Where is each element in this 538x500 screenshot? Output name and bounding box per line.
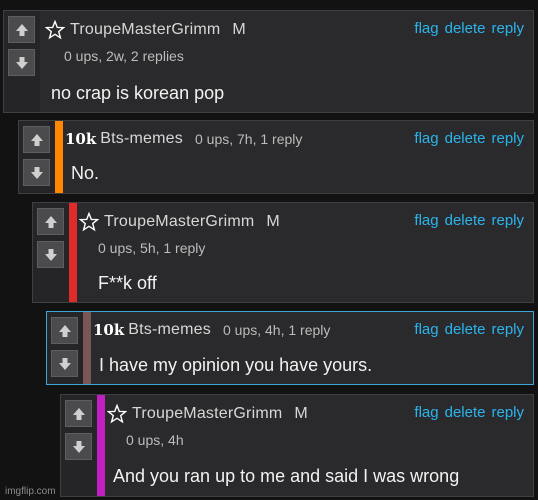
upvote-button[interactable]	[23, 126, 50, 153]
star-icon	[107, 404, 127, 424]
watermark: imgflip.com	[5, 486, 56, 497]
delete-link[interactable]: delete	[445, 130, 486, 147]
comment-meta: 0 ups, 5h, 1 reply	[98, 240, 206, 256]
arrow-up-icon	[44, 215, 57, 228]
comment-header: TroupeMasterGrimm M	[107, 404, 308, 426]
comment-text: I have my opinion you have yours.	[99, 355, 373, 375]
comment-text: And you ran up to me and said I was wron…	[113, 466, 460, 486]
downvote-button[interactable]	[37, 241, 64, 268]
arrow-down-icon	[15, 56, 28, 69]
username-link[interactable]: TroupeMasterGrimm	[132, 405, 282, 422]
arrow-up-icon	[58, 324, 71, 337]
reply-link[interactable]: reply	[491, 130, 524, 147]
arrow-up-icon	[15, 23, 28, 36]
reply-link[interactable]: reply	[491, 20, 524, 37]
reply-link[interactable]: reply	[491, 404, 524, 421]
comment-actions: flag delete reply	[408, 321, 524, 339]
delete-link[interactable]: delete	[445, 321, 486, 338]
arrow-down-icon	[58, 357, 71, 370]
downvote-button[interactable]	[51, 350, 78, 377]
comment-meta: 0 ups, 7h, 1 reply	[194, 131, 303, 147]
vote-column	[4, 11, 40, 112]
comment-meta: 0 ups, 4h	[126, 432, 184, 448]
flag-link[interactable]: flag	[414, 212, 438, 229]
thread-color-bar	[97, 395, 105, 496]
flag-link[interactable]: flag	[414, 20, 438, 37]
upvote-button[interactable]	[37, 208, 64, 235]
gender-label: M	[232, 21, 246, 38]
arrow-down-icon	[44, 248, 57, 261]
vote-column	[61, 395, 97, 496]
comment-actions: flag delete reply	[408, 20, 524, 38]
comment: TroupeMasterGrimm M 0 ups, 4h flag delete r…	[60, 394, 534, 497]
flag-link[interactable]: flag	[414, 130, 438, 147]
comment-actions: flag delete reply	[408, 130, 524, 148]
username-link[interactable]: TroupeMasterGrimm	[104, 213, 254, 230]
comment-highlighted: 10k Bts-memes 0 ups, 4h, 1 reply flag delet…	[46, 311, 534, 385]
comment-text: F**k off	[98, 273, 157, 293]
delete-link[interactable]: delete	[445, 212, 486, 229]
arrow-down-icon	[30, 166, 43, 179]
comment-header: 10k Bts-memes 0 ups, 7h, 1 reply	[65, 130, 303, 152]
downvote-button[interactable]	[8, 49, 35, 76]
upvote-button[interactable]	[65, 400, 92, 427]
thread-color-bar	[69, 203, 77, 302]
flag-link[interactable]: flag	[414, 404, 438, 421]
comment-header: TroupeMasterGrimm M	[45, 20, 246, 42]
downvote-button[interactable]	[65, 433, 92, 460]
comment-header: 10k Bts-memes 0 ups, 4h, 1 reply	[93, 321, 331, 343]
delete-link[interactable]: delete	[445, 20, 486, 37]
vote-column	[19, 121, 55, 193]
reply-link[interactable]: reply	[491, 321, 524, 338]
username-link[interactable]: TroupeMasterGrimm	[70, 21, 220, 38]
comment: TroupeMasterGrimm M 0 ups, 2w, 2 replies …	[3, 10, 534, 113]
comment-text: No.	[71, 163, 100, 183]
arrow-up-icon	[30, 133, 43, 146]
gender-label: M	[266, 213, 280, 230]
comment-text: no crap is korean pop	[51, 83, 225, 103]
level-badge: 10k	[93, 321, 125, 339]
thread-color-bar	[83, 312, 91, 384]
arrow-up-icon	[72, 407, 85, 420]
star-icon	[45, 20, 65, 40]
comment: TroupeMasterGrimm M 0 ups, 5h, 1 reply fl…	[32, 202, 534, 303]
vote-column	[33, 203, 69, 302]
delete-link[interactable]: delete	[445, 404, 486, 421]
comment-actions: flag delete reply	[408, 212, 524, 230]
username-link[interactable]: Bts-memes	[100, 130, 183, 147]
upvote-button[interactable]	[51, 317, 78, 344]
comment-actions: flag delete reply	[408, 404, 524, 422]
username-link[interactable]: Bts-memes	[128, 321, 211, 338]
upvote-button[interactable]	[8, 16, 35, 43]
comment-header: TroupeMasterGrimm M	[79, 212, 280, 234]
reply-link[interactable]: reply	[491, 212, 524, 229]
thread-color-bar	[55, 121, 63, 193]
comment-meta: 0 ups, 4h, 1 reply	[222, 322, 331, 338]
arrow-down-icon	[72, 440, 85, 453]
star-icon	[79, 212, 99, 232]
flag-link[interactable]: flag	[414, 321, 438, 338]
gender-label: M	[294, 405, 308, 422]
comment: 10k Bts-memes 0 ups, 7h, 1 reply flag delet…	[18, 120, 534, 194]
downvote-button[interactable]	[23, 159, 50, 186]
vote-column	[47, 312, 83, 384]
comment-meta: 0 ups, 2w, 2 replies	[64, 48, 184, 64]
level-badge: 10k	[65, 130, 97, 148]
